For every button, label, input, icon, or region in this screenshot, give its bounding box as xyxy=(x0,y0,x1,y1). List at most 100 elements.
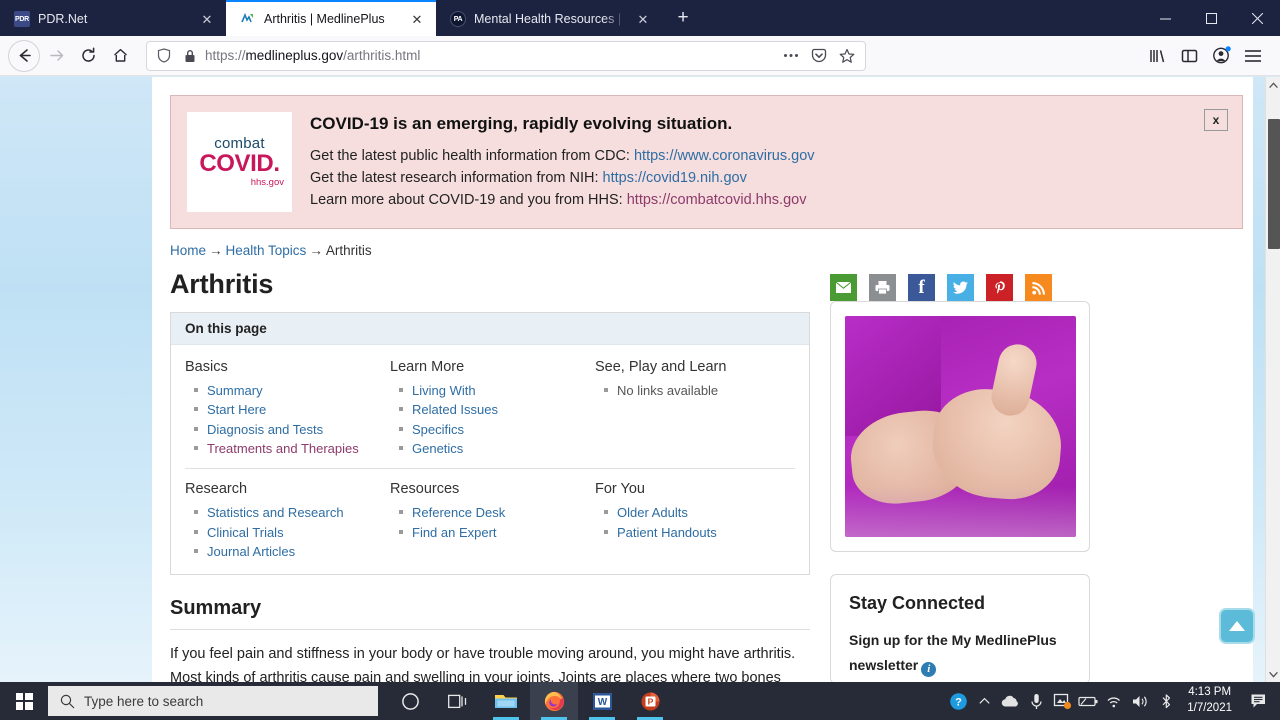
cortana-icon[interactable] xyxy=(386,682,434,720)
volume-icon[interactable] xyxy=(1127,682,1153,720)
pocket-icon[interactable] xyxy=(809,45,829,67)
alert-line-hhs: Learn more about COVID-19 and you from H… xyxy=(310,192,807,209)
link-find-an-expert[interactable]: Find an Expert xyxy=(412,525,497,540)
stay-connected-title: Stay Connected xyxy=(849,593,986,613)
on-this-page-heading: On this page xyxy=(171,313,809,345)
pinterest-share-icon[interactable] xyxy=(986,274,1013,301)
new-tab-button[interactable]: + xyxy=(668,3,698,33)
page-scrollbar[interactable] xyxy=(1265,77,1280,682)
otp-column-heading: Resources xyxy=(390,481,460,498)
file-explorer-icon[interactable] xyxy=(482,682,530,720)
taskbar-clock[interactable]: 4:13 PM 1/7/2021 xyxy=(1179,685,1242,716)
rss-icon[interactable] xyxy=(1025,274,1052,301)
link-summary[interactable]: Summary xyxy=(207,383,263,398)
scroll-down-arrow-icon[interactable] xyxy=(1266,666,1280,682)
svg-text:W: W xyxy=(597,697,607,708)
firefox-icon[interactable] xyxy=(530,682,578,720)
link-genetics[interactable]: Genetics xyxy=(412,441,463,456)
get-help-icon[interactable]: ? xyxy=(945,682,971,720)
maximize-button[interactable] xyxy=(1188,0,1234,36)
library-icon[interactable] xyxy=(1142,41,1172,71)
link-living-with[interactable]: Living With xyxy=(412,383,476,398)
cdc-link[interactable]: https://www.coronavirus.gov xyxy=(634,148,815,164)
word-icon[interactable]: W xyxy=(578,682,626,720)
browser-tab-pdrnet[interactable]: PDR PDR.Net ✕ xyxy=(0,2,226,36)
battery-icon[interactable] xyxy=(1075,682,1101,720)
back-arrow-icon[interactable] xyxy=(8,39,40,72)
screen-snip-icon[interactable] xyxy=(1049,682,1075,720)
newsletter-label[interactable]: Sign up for the My MedlinePlus newslette… xyxy=(849,632,1057,673)
list-item: Specifics xyxy=(398,420,595,439)
logo-line-3: hhs.gov xyxy=(250,177,284,189)
link-specifics[interactable]: Specifics xyxy=(412,422,464,437)
lock-icon[interactable] xyxy=(181,45,199,67)
facebook-share-icon[interactable]: f xyxy=(908,274,935,301)
action-center-icon[interactable] xyxy=(1242,682,1276,720)
link-start-here[interactable]: Start Here xyxy=(207,402,266,417)
close-window-button[interactable] xyxy=(1234,0,1280,36)
link-older-adults[interactable]: Older Adults xyxy=(617,505,688,520)
list-item: Summary xyxy=(193,381,390,400)
browser-tab-arthritis-medlineplus[interactable]: Arthritis | MedlinePlus ✕ xyxy=(226,0,436,36)
task-view-icon[interactable] xyxy=(434,682,482,720)
show-hidden-icons-chevron[interactable] xyxy=(971,682,997,720)
minimize-button[interactable] xyxy=(1142,0,1188,36)
close-icon[interactable]: ✕ xyxy=(408,10,426,28)
otp-column-heading: Research xyxy=(185,481,248,498)
up-triangle-icon xyxy=(1229,621,1245,631)
address-bar[interactable]: https://medlineplus.gov/arthritis.html xyxy=(146,40,866,71)
twitter-share-icon[interactable] xyxy=(947,274,974,301)
link-patient-handouts[interactable]: Patient Handouts xyxy=(617,525,717,540)
email-share-icon[interactable] xyxy=(830,274,857,301)
back-to-top-button[interactable] xyxy=(1219,608,1255,644)
link-diagnosis-and-tests[interactable]: Diagnosis and Tests xyxy=(207,422,323,437)
print-icon[interactable] xyxy=(869,274,896,301)
shield-icon[interactable] xyxy=(153,45,175,67)
powerpoint-icon[interactable]: P xyxy=(626,682,674,720)
link-reference-desk[interactable]: Reference Desk xyxy=(412,505,505,520)
list-item: Older Adults xyxy=(603,503,800,522)
list-item: Journal Articles xyxy=(193,542,390,561)
nih-link[interactable]: https://covid19.nih.gov xyxy=(603,170,747,186)
menu-icon[interactable] xyxy=(1238,41,1268,71)
reload-icon[interactable] xyxy=(72,40,104,72)
link-statistics-and-research[interactable]: Statistics and Research xyxy=(207,505,344,520)
forward-arrow-icon[interactable] xyxy=(40,40,72,72)
sidebar-icon[interactable] xyxy=(1174,41,1204,71)
info-icon[interactable]: i xyxy=(921,661,937,677)
pdr-favicon: PDR xyxy=(14,11,30,27)
home-icon[interactable] xyxy=(104,40,136,72)
windows-start-button[interactable] xyxy=(0,682,48,720)
otp-column-resources: Resources Reference Desk Find an Expert xyxy=(390,481,595,561)
hhs-link[interactable]: https://combatcovid.hhs.gov xyxy=(627,192,807,208)
scrollbar-thumb[interactable] xyxy=(1268,119,1280,249)
browser-tab-mental-health-resources[interactable]: PA Mental Health Resources | PA.G ✕ xyxy=(436,2,662,36)
windows-logo-icon xyxy=(15,692,33,710)
link-treatments-and-therapies[interactable]: Treatments and Therapies xyxy=(207,441,359,456)
taskbar-search-box[interactable]: Type here to search xyxy=(48,686,378,716)
close-icon[interactable]: ✕ xyxy=(198,10,216,28)
onedrive-icon[interactable] xyxy=(997,682,1023,720)
alert-line-cdc: Get the latest public health information… xyxy=(310,148,815,164)
list-item: Patient Handouts xyxy=(603,523,800,542)
window-controls xyxy=(1142,0,1280,36)
bluetooth-icon[interactable] xyxy=(1153,682,1179,720)
list-item-no-links: No links available xyxy=(603,381,800,400)
page-actions-ellipsis-icon[interactable] xyxy=(781,45,801,67)
close-icon[interactable]: ✕ xyxy=(634,10,652,28)
browser-window: PDR PDR.Net ✕ Arthritis | MedlinePlus ✕ … xyxy=(0,0,1280,682)
breadcrumb-health-topics[interactable]: Health Topics xyxy=(226,243,307,258)
link-journal-articles[interactable]: Journal Articles xyxy=(207,544,295,559)
onedrive-sync-icon[interactable] xyxy=(1023,682,1049,720)
close-alert-button[interactable]: x xyxy=(1204,109,1228,131)
link-related-issues[interactable]: Related Issues xyxy=(412,402,498,417)
account-icon[interactable] xyxy=(1206,41,1236,71)
search-icon xyxy=(60,694,75,708)
scroll-up-arrow-icon[interactable] xyxy=(1266,77,1280,93)
link-clinical-trials[interactable]: Clinical Trials xyxy=(207,525,284,540)
wifi-icon[interactable] xyxy=(1101,682,1127,720)
tab-strip: PDR PDR.Net ✕ Arthritis | MedlinePlus ✕ … xyxy=(0,0,1280,36)
bookmark-star-icon[interactable] xyxy=(837,45,857,67)
breadcrumb-home[interactable]: Home xyxy=(170,243,206,258)
photo-shade xyxy=(845,486,1076,537)
